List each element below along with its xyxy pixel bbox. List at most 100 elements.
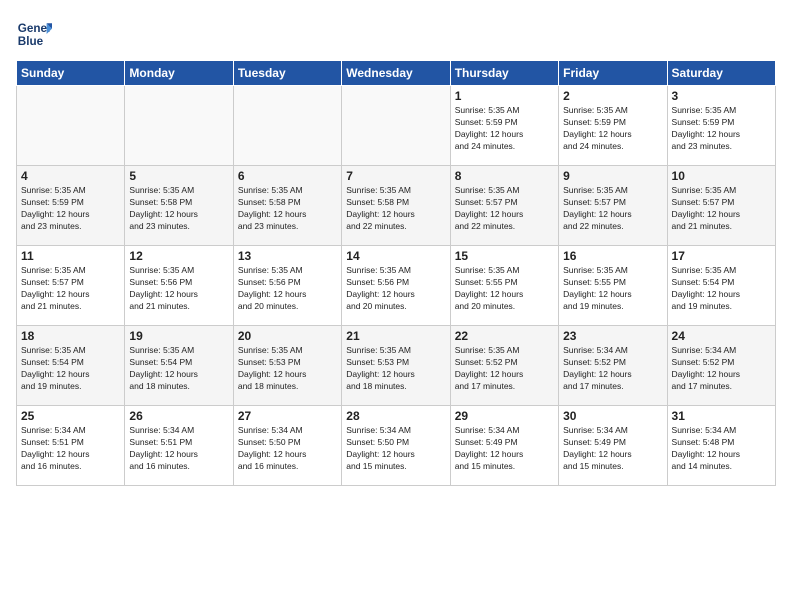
weekday-header-friday: Friday (559, 61, 667, 86)
calendar-day-cell: 7 Sunrise: 5:35 AMSunset: 5:58 PMDaylight… (342, 166, 450, 246)
day-info: Sunrise: 5:35 AMSunset: 5:59 PMDaylight:… (21, 185, 120, 233)
day-info: Sunrise: 5:34 AMSunset: 5:49 PMDaylight:… (563, 425, 662, 473)
day-info: Sunrise: 5:35 AMSunset: 5:53 PMDaylight:… (238, 345, 337, 393)
calendar-day-cell: 12 Sunrise: 5:35 AMSunset: 5:56 PMDayligh… (125, 246, 233, 326)
calendar-week-row: 18Sunrise: 5:35 AMSunset: 5:54 PMDayligh… (17, 326, 776, 406)
calendar-day-cell: 2 Sunrise: 5:35 AMSunset: 5:59 PMDaylight… (559, 86, 667, 166)
calendar-day-cell: 6 Sunrise: 5:35 AMSunset: 5:58 PMDaylight… (233, 166, 341, 246)
weekday-header-saturday: Saturday (667, 61, 775, 86)
day-info: Sunrise: 5:35 AMSunset: 5:58 PMDaylight:… (346, 185, 445, 233)
day-number: 6 (238, 169, 337, 183)
day-info: Sunrise: 5:35 AMSunset: 5:59 PMDaylight:… (563, 105, 662, 153)
day-info: Sunrise: 5:35 AMSunset: 5:57 PMDaylight:… (21, 265, 120, 313)
calendar-day-cell: 9 Sunrise: 5:35 AMSunset: 5:57 PMDaylight… (559, 166, 667, 246)
day-number: 4 (21, 169, 120, 183)
day-number: 29 (455, 409, 554, 423)
calendar-day-cell: 30 Sunrise: 5:34 AMSunset: 5:49 PMDayligh… (559, 406, 667, 486)
calendar-day-cell: 28 Sunrise: 5:34 AMSunset: 5:50 PMDayligh… (342, 406, 450, 486)
calendar-day-cell: 20 Sunrise: 5:35 AMSunset: 5:53 PMDayligh… (233, 326, 341, 406)
day-number: 21 (346, 329, 445, 343)
day-info: Sunrise: 5:35 AMSunset: 5:59 PMDaylight:… (672, 105, 771, 153)
calendar-week-row: 4 Sunrise: 5:35 AMSunset: 5:59 PMDaylight… (17, 166, 776, 246)
calendar-day-cell: 5 Sunrise: 5:35 AMSunset: 5:58 PMDaylight… (125, 166, 233, 246)
weekday-header-sunday: Sunday (17, 61, 125, 86)
calendar-day-cell: 21Sunrise: 5:35 AMSunset: 5:53 PMDayligh… (342, 326, 450, 406)
calendar-day-cell (233, 86, 341, 166)
day-number: 3 (672, 89, 771, 103)
weekday-header-tuesday: Tuesday (233, 61, 341, 86)
day-info: Sunrise: 5:34 AMSunset: 5:51 PMDaylight:… (129, 425, 228, 473)
day-number: 15 (455, 249, 554, 263)
logo: General Blue (16, 16, 52, 52)
weekday-header-row: SundayMondayTuesdayWednesdayThursdayFrid… (17, 61, 776, 86)
day-info: Sunrise: 5:35 AMSunset: 5:56 PMDaylight:… (238, 265, 337, 313)
day-info: Sunrise: 5:35 AMSunset: 5:59 PMDaylight:… (455, 105, 554, 153)
day-number: 12 (129, 249, 228, 263)
day-info: Sunrise: 5:35 AMSunset: 5:57 PMDaylight:… (455, 185, 554, 233)
day-number: 14 (346, 249, 445, 263)
calendar-day-cell: 3 Sunrise: 5:35 AMSunset: 5:59 PMDaylight… (667, 86, 775, 166)
day-number: 11 (21, 249, 120, 263)
day-number: 20 (238, 329, 337, 343)
day-info: Sunrise: 5:34 AMSunset: 5:50 PMDaylight:… (238, 425, 337, 473)
calendar-day-cell: 26 Sunrise: 5:34 AMSunset: 5:51 PMDayligh… (125, 406, 233, 486)
day-info: Sunrise: 5:35 AMSunset: 5:52 PMDaylight:… (455, 345, 554, 393)
day-info: Sunrise: 5:35 AMSunset: 5:57 PMDaylight:… (672, 185, 771, 233)
weekday-header-thursday: Thursday (450, 61, 558, 86)
day-number: 27 (238, 409, 337, 423)
day-info: Sunrise: 5:34 AMSunset: 5:50 PMDaylight:… (346, 425, 445, 473)
calendar-day-cell: 16Sunrise: 5:35 AMSunset: 5:55 PMDayligh… (559, 246, 667, 326)
calendar-day-cell: 24Sunrise: 5:34 AMSunset: 5:52 PMDayligh… (667, 326, 775, 406)
calendar-day-cell: 14Sunrise: 5:35 AMSunset: 5:56 PMDayligh… (342, 246, 450, 326)
day-number: 13 (238, 249, 337, 263)
day-info: Sunrise: 5:34 AMSunset: 5:51 PMDaylight:… (21, 425, 120, 473)
day-number: 10 (672, 169, 771, 183)
day-number: 17 (672, 249, 771, 263)
calendar-table: SundayMondayTuesdayWednesdayThursdayFrid… (16, 60, 776, 486)
weekday-header-wednesday: Wednesday (342, 61, 450, 86)
calendar-day-cell: 18Sunrise: 5:35 AMSunset: 5:54 PMDayligh… (17, 326, 125, 406)
calendar-day-cell: 8 Sunrise: 5:35 AMSunset: 5:57 PMDaylight… (450, 166, 558, 246)
day-number: 16 (563, 249, 662, 263)
day-number: 5 (129, 169, 228, 183)
day-info: Sunrise: 5:35 AMSunset: 5:58 PMDaylight:… (238, 185, 337, 233)
calendar-week-row: 25 Sunrise: 5:34 AMSunset: 5:51 PMDayligh… (17, 406, 776, 486)
day-number: 1 (455, 89, 554, 103)
day-number: 2 (563, 89, 662, 103)
logo-icon: General Blue (16, 16, 52, 52)
calendar-day-cell: 11 Sunrise: 5:35 AMSunset: 5:57 PMDayligh… (17, 246, 125, 326)
day-number: 22 (455, 329, 554, 343)
day-number: 26 (129, 409, 228, 423)
day-number: 30 (563, 409, 662, 423)
calendar-day-cell: 15Sunrise: 5:35 AMSunset: 5:55 PMDayligh… (450, 246, 558, 326)
calendar-day-cell: 19 Sunrise: 5:35 AMSunset: 5:54 PMDayligh… (125, 326, 233, 406)
calendar-week-row: 11 Sunrise: 5:35 AMSunset: 5:57 PMDayligh… (17, 246, 776, 326)
calendar-day-cell (17, 86, 125, 166)
day-number: 24 (672, 329, 771, 343)
calendar-day-cell: 13 Sunrise: 5:35 AMSunset: 5:56 PMDayligh… (233, 246, 341, 326)
day-number: 8 (455, 169, 554, 183)
day-number: 25 (21, 409, 120, 423)
day-info: Sunrise: 5:35 AMSunset: 5:54 PMDaylight:… (672, 265, 771, 313)
day-info: Sunrise: 5:35 AMSunset: 5:58 PMDaylight:… (129, 185, 228, 233)
day-number: 31 (672, 409, 771, 423)
calendar-day-cell: 10 Sunrise: 5:35 AMSunset: 5:57 PMDayligh… (667, 166, 775, 246)
day-info: Sunrise: 5:35 AMSunset: 5:54 PMDaylight:… (21, 345, 120, 393)
calendar-day-cell: 1 Sunrise: 5:35 AMSunset: 5:59 PMDaylight… (450, 86, 558, 166)
day-info: Sunrise: 5:35 AMSunset: 5:54 PMDaylight:… (129, 345, 228, 393)
day-info: Sunrise: 5:35 AMSunset: 5:56 PMDaylight:… (129, 265, 228, 313)
day-info: Sunrise: 5:35 AMSunset: 5:57 PMDaylight:… (563, 185, 662, 233)
page-header: General Blue (16, 16, 776, 52)
calendar-week-row: 1 Sunrise: 5:35 AMSunset: 5:59 PMDaylight… (17, 86, 776, 166)
day-info: Sunrise: 5:34 AMSunset: 5:49 PMDaylight:… (455, 425, 554, 473)
day-number: 7 (346, 169, 445, 183)
day-number: 9 (563, 169, 662, 183)
weekday-header-monday: Monday (125, 61, 233, 86)
svg-text:Blue: Blue (18, 35, 44, 48)
calendar-day-cell (342, 86, 450, 166)
calendar-day-cell (125, 86, 233, 166)
calendar-day-cell: 25 Sunrise: 5:34 AMSunset: 5:51 PMDayligh… (17, 406, 125, 486)
day-info: Sunrise: 5:34 AMSunset: 5:48 PMDaylight:… (672, 425, 771, 473)
day-number: 19 (129, 329, 228, 343)
day-number: 28 (346, 409, 445, 423)
